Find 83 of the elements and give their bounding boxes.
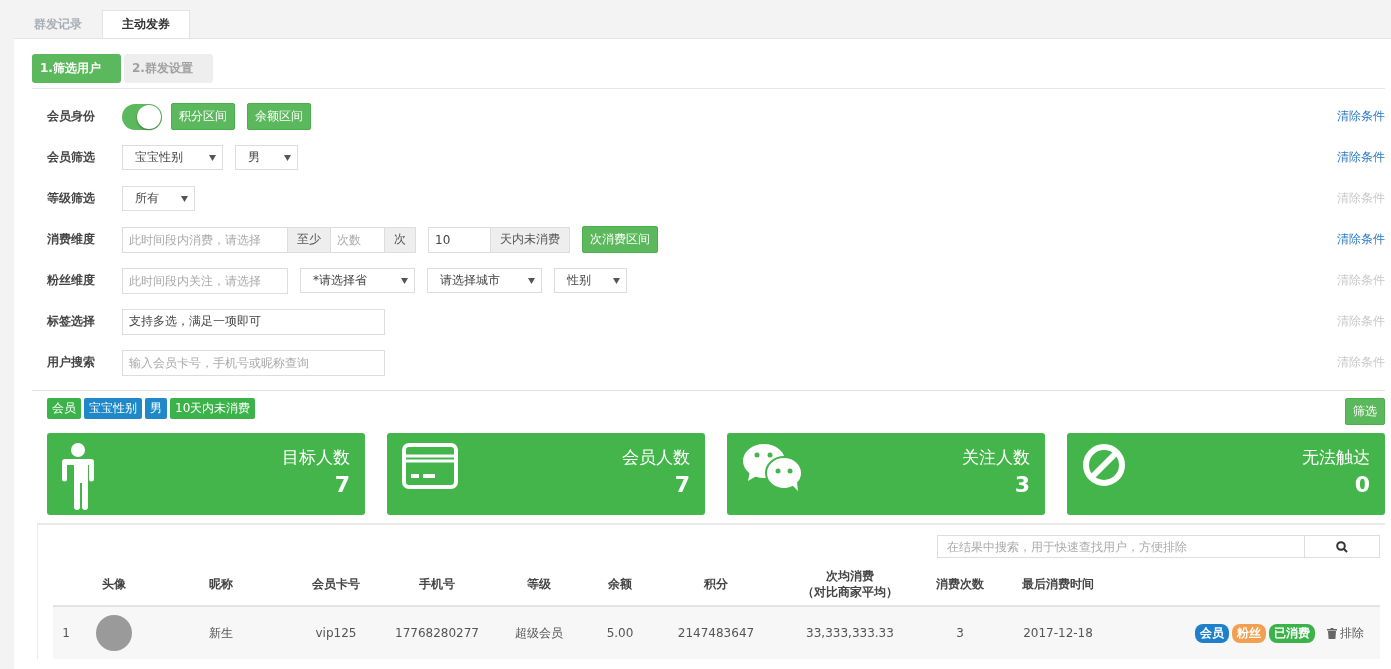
stat-title: 关注人数 (962, 446, 1030, 469)
filter-tag: 会员 (47, 398, 81, 419)
input-field[interactable]: 10 (428, 226, 491, 253)
filter-label: 会员身份 (47, 108, 96, 125)
input-addon: 次 (384, 226, 416, 253)
table-cell-text: 17768280277 (394, 626, 480, 640)
search-icon (1336, 540, 1348, 553)
filter-label: 粉丝维度 (47, 272, 96, 289)
input-field[interactable]: 次数 (330, 226, 385, 253)
caret-icon (528, 277, 535, 284)
column-header: 积分 (703, 576, 729, 592)
step-tab[interactable]: 1.筛选用户 (32, 54, 121, 83)
caret-icon (613, 277, 620, 284)
dropdown[interactable]: 性别 (554, 268, 627, 293)
range-button[interactable]: 余额区间 (247, 103, 311, 130)
search-field[interactable]: 在结果中搜索，用于快速查找用户，方便排除 (937, 535, 1305, 558)
status-badge: 会员 (1195, 623, 1229, 643)
avatar-photo-placeholder (96, 615, 132, 651)
row-index: 1 (61, 626, 71, 640)
column-header: 头像 (101, 576, 127, 592)
filter-label: 用户搜索 (47, 354, 96, 371)
column-header: 余额 (607, 576, 633, 592)
filter-button[interactable]: 筛选 (1345, 398, 1385, 425)
column-header: 手机号 (418, 576, 456, 592)
person-icon (62, 443, 94, 511)
input-field[interactable]: 支持多选，满足一项即可 (122, 308, 385, 335)
input-field[interactable]: 此时间段内关注，请选择 (122, 267, 288, 294)
dropdown[interactable]: 宝宝性别 (122, 145, 223, 170)
clear-link[interactable]: 清除条件 (1337, 108, 1385, 125)
dropdown[interactable]: 男 (235, 145, 298, 170)
table-cell-text: 2147483647 (676, 626, 756, 640)
chat-bubbles-icon (742, 443, 802, 491)
exclude-link[interactable]: 排除 (1327, 624, 1364, 642)
table-cell-text: 2017-12-18 (1022, 626, 1094, 640)
filter-label: 会员筛选 (47, 149, 96, 166)
ban-icon (1082, 443, 1126, 487)
search-button[interactable] (1305, 535, 1380, 558)
filter-label: 消费维度 (47, 231, 96, 248)
column-header: 等级 (526, 576, 552, 592)
column-header: 消费次数 (935, 576, 985, 592)
table-cell-text: 33,333,333.33 (805, 626, 895, 640)
input-addon: 至少 (287, 226, 331, 253)
filter-tag: 10天内未消费 (170, 398, 256, 419)
trash-icon (1327, 627, 1337, 639)
table-cell-text: 新生 (208, 624, 234, 642)
range-button[interactable]: 积分区间 (171, 103, 235, 130)
column-header: 最后消费时间 (1021, 576, 1095, 592)
stat-value: 3 (1014, 472, 1030, 497)
status-badge: 粉丝 (1232, 623, 1266, 643)
dropdown[interactable]: *请选择省 (300, 268, 415, 293)
toggle-switch[interactable] (122, 103, 162, 130)
clear-link[interactable]: 清除条件 (1337, 149, 1385, 166)
filter-label: 等级筛选 (47, 190, 96, 207)
caret-icon (401, 277, 408, 284)
filter-tag: 宝宝性别 (84, 398, 142, 419)
input-field[interactable]: 输入会员卡号，手机号或昵称查询 (122, 349, 385, 376)
table-cell-text: vip125 (314, 626, 358, 640)
status-badge: 已消费 (1269, 623, 1315, 643)
stat-value: 7 (334, 472, 350, 497)
stat-value: 7 (674, 472, 690, 497)
input-field[interactable]: 此时间段内消费，请选择 (122, 226, 288, 253)
caret-icon (284, 154, 291, 161)
range-button[interactable]: 次消费区间 (582, 226, 658, 253)
stat-title: 会员人数 (622, 446, 690, 469)
caret-icon (209, 154, 216, 161)
column-header: 次均消费 （对比商家平均） (801, 568, 899, 600)
table-cell-text: 超级会员 (514, 624, 564, 642)
filter-label: 标签选择 (47, 313, 96, 330)
table-cell-text: 3 (955, 626, 965, 640)
caret-icon (181, 195, 188, 202)
table-cell-text: 5.00 (605, 626, 635, 640)
credit-card-icon (402, 443, 458, 489)
dropdown[interactable]: 请选择城市 (427, 268, 542, 293)
stat-value: 0 (1354, 472, 1370, 497)
column-header: 昵称 (208, 576, 234, 592)
filter-tag: 男 (145, 398, 167, 419)
clear-link[interactable]: 清除条件 (1337, 231, 1385, 248)
stat-title: 无法触达 (1302, 446, 1370, 469)
stat-title: 目标人数 (282, 446, 350, 469)
tab[interactable]: 主动发券 (102, 10, 190, 38)
dropdown[interactable]: 所有 (122, 186, 195, 211)
input-addon: 天内未消费 (490, 226, 570, 253)
column-header: 会员卡号 (311, 576, 361, 592)
